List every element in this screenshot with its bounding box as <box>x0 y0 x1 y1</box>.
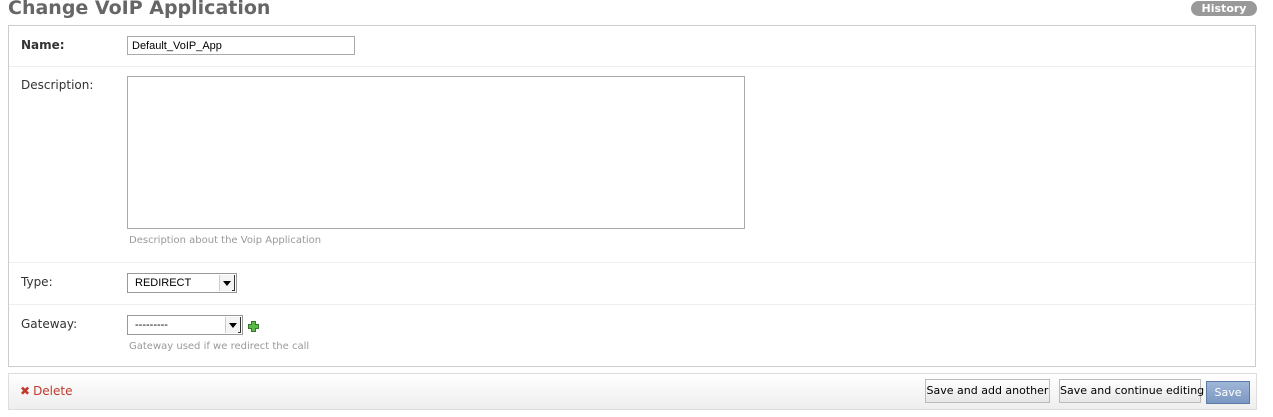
description-row: Description: Description about the Voip … <box>9 67 1255 263</box>
gateway-select[interactable]: --------- <box>127 315 243 335</box>
type-select-value: REDIRECT <box>135 277 192 289</box>
name-input[interactable] <box>127 36 355 55</box>
history-button[interactable]: History <box>1191 1 1257 16</box>
gateway-select-value: --------- <box>135 319 168 331</box>
delete-icon: ✖ <box>20 384 31 398</box>
delete-label: Delete <box>33 384 73 398</box>
delete-link[interactable]: ✖ Delete <box>20 384 73 398</box>
voip-application-form: Name: Description: Description about the… <box>8 25 1256 367</box>
gateway-label: Gateway: <box>21 317 78 331</box>
plus-icon[interactable] <box>248 321 259 332</box>
name-label: Name: <box>21 38 65 52</box>
gateway-help-text: Gateway used if we redirect the call <box>129 341 310 352</box>
submit-row: ✖ Delete Save and add another Save and co… <box>8 373 1257 410</box>
type-select[interactable]: REDIRECT <box>127 273 237 293</box>
save-and-add-another-button[interactable]: Save and add another <box>925 379 1050 403</box>
dropdown-arrow-icon <box>225 317 241 333</box>
gateway-row: Gateway: --------- Gateway used if we re… <box>9 305 1255 367</box>
description-textarea[interactable] <box>127 76 745 229</box>
name-row: Name: <box>9 26 1255 67</box>
dropdown-arrow-icon <box>219 275 235 291</box>
page-title: Change VoIP Application <box>8 0 271 19</box>
description-label: Description: <box>21 78 94 92</box>
save-button[interactable]: Save <box>1206 381 1250 404</box>
type-row: Type: REDIRECT <box>9 263 1255 305</box>
save-and-continue-button[interactable]: Save and continue editing <box>1059 379 1204 403</box>
description-help-text: Description about the Voip Application <box>129 235 322 246</box>
type-label: Type: <box>21 275 53 289</box>
